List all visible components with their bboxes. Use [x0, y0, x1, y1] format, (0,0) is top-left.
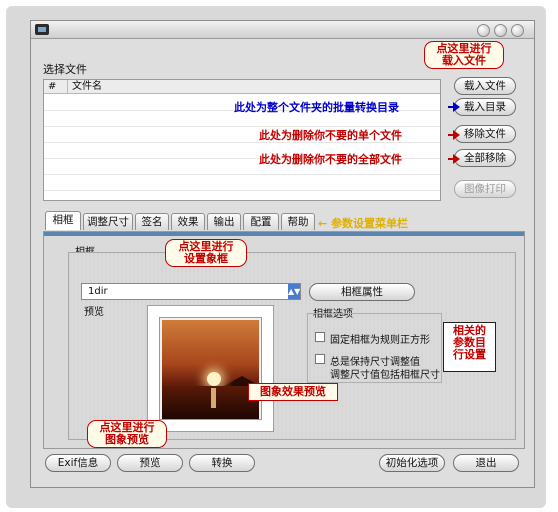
remove-all-button[interactable]: 全部移除: [454, 149, 516, 167]
remove-all-note: 此处为删除你不要的全部文件: [259, 153, 402, 166]
column-header-filename[interactable]: 文件名: [68, 80, 440, 94]
table-row[interactable]: [44, 190, 440, 191]
print-image-button[interactable]: 图像打印: [454, 180, 516, 198]
photo-sun: [207, 372, 221, 386]
tab-resize[interactable]: 调整尺寸: [83, 213, 133, 230]
square-frame-checkbox[interactable]: [315, 332, 325, 342]
photo-reflection: [211, 388, 216, 408]
include-frame-size-label: 调整尺寸值包括相框尺寸: [330, 370, 440, 381]
remove-file-note: 此处为删除你不要的单个文件: [259, 129, 402, 142]
frame-properties-button[interactable]: 相框属性: [309, 283, 415, 301]
tab-config[interactable]: 配置: [243, 213, 279, 230]
file-section-label: 选择文件: [43, 63, 87, 76]
minimize-icon[interactable]: [477, 24, 490, 37]
close-icon[interactable]: [511, 24, 524, 37]
tabs-note: ← 参数设置菜单栏: [318, 217, 409, 230]
exit-button[interactable]: 退出: [453, 454, 519, 472]
callout-line: 载入文件: [442, 54, 486, 67]
load-dir-note: 此处为整个文件夹的批量转换目录: [234, 101, 399, 114]
keep-size-checkbox[interactable]: [315, 354, 325, 364]
load-file-button[interactable]: 载入文件: [454, 77, 516, 95]
frame-select[interactable]: 1dir ▲▼: [81, 283, 301, 300]
preview-button[interactable]: 预览: [117, 454, 183, 472]
chevron-down-icon[interactable]: ▲▼: [288, 284, 300, 299]
convert-button[interactable]: 转换: [189, 454, 255, 472]
preview-callout: 点这里进行 图象预览: [87, 420, 167, 448]
exif-info-button[interactable]: Exif信息: [45, 454, 111, 472]
load-directory-button[interactable]: 载入目录: [454, 98, 516, 116]
tab-effects[interactable]: 效果: [171, 213, 205, 230]
callout-line: 设置象框: [184, 252, 228, 265]
frame-select-value: 1dir: [88, 286, 108, 297]
tab-help[interactable]: 帮助: [281, 213, 315, 230]
maximize-icon[interactable]: [494, 24, 507, 37]
app-icon: [35, 24, 49, 35]
tab-signature[interactable]: 签名: [135, 213, 169, 230]
remove-all-arrow: [448, 154, 460, 164]
square-frame-label: 固定相框为规则正方形: [330, 335, 430, 346]
preview-photo: [159, 317, 264, 420]
table-row[interactable]: [44, 174, 440, 175]
tab-output[interactable]: 输出: [207, 213, 241, 230]
title-bar: [31, 21, 534, 39]
remove-file-button[interactable]: 移除文件: [454, 125, 516, 143]
callout-line: 图象预览: [105, 433, 149, 446]
load-file-callout: 点这里进行 载入文件: [424, 41, 504, 69]
app-window: 选择文件 # 文件名 载入文件 载入目录 移除文件 全部移除 图像打印 相框 调…: [30, 20, 535, 488]
preview-effect-label: 图象效果预览: [248, 383, 338, 401]
params-line: 行设置: [453, 348, 486, 361]
tabs-note-text: 参数设置菜单栏: [331, 217, 409, 230]
remove-file-arrow: [448, 130, 460, 140]
tab-frame[interactable]: 相框: [45, 211, 81, 230]
preview-label: 预览: [84, 307, 104, 318]
load-dir-arrow: [448, 102, 460, 112]
params-box: 相关的 参数目 行设置: [443, 322, 496, 372]
column-header-number[interactable]: #: [44, 80, 68, 94]
init-options-button[interactable]: 初始化选项: [379, 454, 445, 472]
preview-image-frame: [147, 305, 274, 432]
frame-callout: 点这里进行 设置象框: [165, 239, 247, 267]
panel-stripe: [44, 232, 524, 236]
